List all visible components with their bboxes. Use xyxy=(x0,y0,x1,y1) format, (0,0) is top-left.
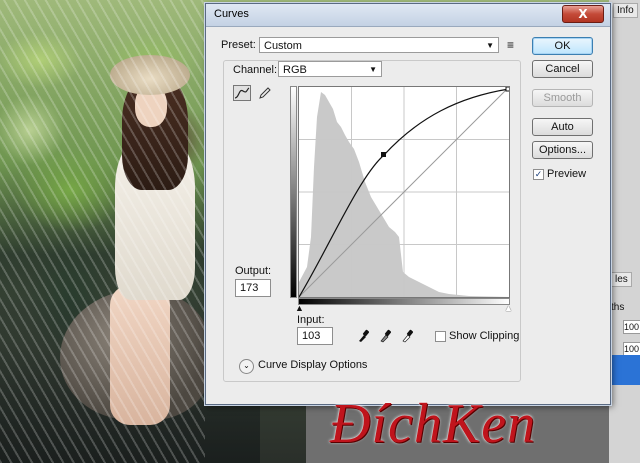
white-point-slider[interactable]: ▲ xyxy=(504,303,513,313)
pencil-tool-icon[interactable] xyxy=(256,85,274,101)
dialog-titlebar[interactable]: Curves X xyxy=(206,4,610,27)
preset-select[interactable]: Custom ▼ xyxy=(259,37,499,53)
selected-layer-row[interactable] xyxy=(609,355,640,385)
tab-info[interactable]: Info xyxy=(613,3,638,18)
chevron-expand-icon[interactable]: ⌄ xyxy=(239,359,254,374)
channel-select[interactable]: RGB ▼ xyxy=(278,61,382,77)
curve-endpoint-white xyxy=(505,86,511,92)
tab-paths[interactable]: ths xyxy=(611,302,624,313)
chevron-down-icon: ▼ xyxy=(369,65,377,74)
watermark-signature: ĐíchKen xyxy=(330,393,537,455)
preview-label: Preview xyxy=(547,168,587,180)
chevron-down-icon: ▼ xyxy=(486,41,494,50)
opacity-field[interactable]: 100 xyxy=(623,320,640,334)
input-gradient-bar xyxy=(298,298,510,305)
list-menu-icon[interactable]: ≡ xyxy=(507,38,514,52)
output-gradient-bar xyxy=(290,86,297,298)
subject-hat xyxy=(110,55,190,95)
curve-control-point xyxy=(381,152,386,157)
curve-display-options-label[interactable]: Curve Display Options xyxy=(258,359,367,371)
close-button[interactable]: X xyxy=(562,5,604,23)
curve-point-tool-icon[interactable] xyxy=(233,85,251,101)
fill-field[interactable]: 100 xyxy=(623,342,640,356)
gray-point-eyedropper-icon[interactable] xyxy=(378,329,392,343)
channel-value: RGB xyxy=(283,64,307,76)
show-clipping-label: Show Clipping xyxy=(449,330,520,342)
curve-graph-svg xyxy=(298,86,511,298)
show-clipping-checkbox[interactable] xyxy=(435,331,446,342)
preset-value: Custom xyxy=(264,40,302,52)
black-point-slider[interactable]: ▲ xyxy=(295,303,304,313)
black-point-eyedropper-icon[interactable] xyxy=(356,329,370,343)
ok-button[interactable]: OK xyxy=(532,37,593,55)
curve-graph[interactable] xyxy=(298,86,511,298)
preview-checkbox[interactable]: ✓ xyxy=(533,169,544,180)
white-point-eyedropper-icon[interactable] xyxy=(400,329,414,343)
curves-dialog: Curves X Preset: Custom ▼ ≡ Channel: RGB… xyxy=(205,3,611,405)
output-label: Output: xyxy=(235,265,272,277)
preset-label: Preset: xyxy=(221,39,256,51)
output-field[interactable]: 173 xyxy=(235,279,271,297)
input-field[interactable]: 103 xyxy=(297,327,333,345)
auto-button[interactable]: Auto xyxy=(532,118,593,136)
tab-layers[interactable]: les xyxy=(611,272,632,287)
smooth-button[interactable]: Smooth xyxy=(532,89,593,107)
dialog-title: Curves xyxy=(214,8,249,20)
options-button[interactable]: Options... xyxy=(532,141,593,159)
input-label: Input: xyxy=(297,314,325,326)
channel-label: Channel: xyxy=(233,64,278,76)
subject-legs xyxy=(110,285,170,425)
cancel-button[interactable]: Cancel xyxy=(532,60,593,78)
